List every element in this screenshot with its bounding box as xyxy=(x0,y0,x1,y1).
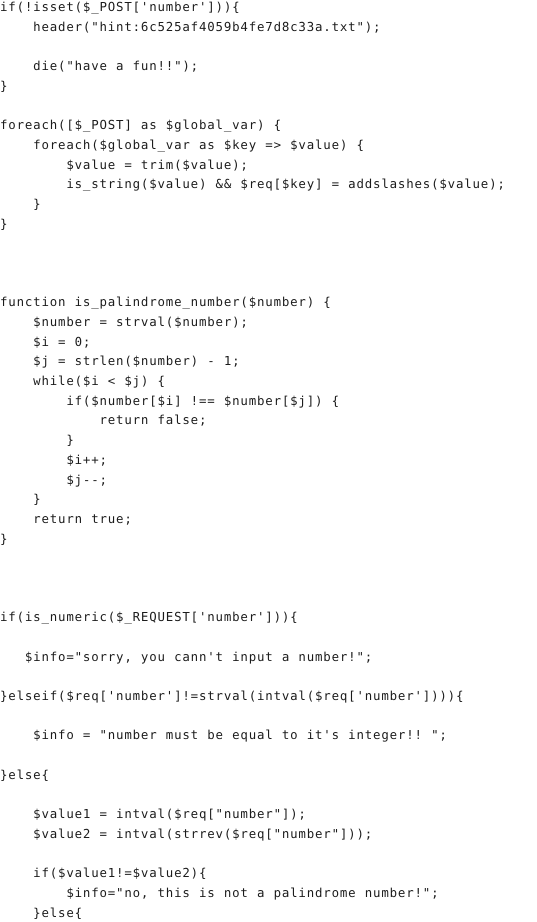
code-line: while($i < $j) { xyxy=(0,373,166,389)
code-line: } xyxy=(0,77,9,93)
code-line: $value = trim($value); xyxy=(0,156,249,172)
code-line: } xyxy=(0,195,42,211)
code-line: is_string($value) && $req[$key] = addsla… xyxy=(0,176,506,192)
code-line: return false; xyxy=(0,412,208,428)
source-code-listing: if(!isset($_POST['number'])){ header("hi… xyxy=(0,0,537,922)
code-line: $info="no, this is not a palindrome numb… xyxy=(0,884,440,900)
code-line: } xyxy=(0,215,9,231)
code-line: header("hint:6c525af4059b4fe7d8c33a.txt"… xyxy=(0,18,382,34)
code-line: } xyxy=(0,491,42,507)
code-line: $info="sorry, you cann't input a number!… xyxy=(0,648,374,664)
code-line: if(!isset($_POST['number'])){ xyxy=(0,0,241,14)
code-line: $j = strlen($number) - 1; xyxy=(0,353,241,369)
code-line: foreach($global_var as $key => $value) { xyxy=(0,136,365,152)
code-line: }else{ xyxy=(0,904,83,920)
code-line: $number = strval($number); xyxy=(0,314,249,329)
code-viewer: if(!isset($_POST['number'])){ header("hi… xyxy=(0,0,537,922)
code-line: $i++; xyxy=(0,451,108,467)
code-line: if($number[$i] !== $number[$j]) { xyxy=(0,392,340,408)
code-line: $j--; xyxy=(0,471,108,487)
code-line: die("have a fun!!"); xyxy=(0,58,199,74)
code-line: $info = "number must be equal to it's in… xyxy=(0,727,448,743)
code-line: $value2 = intval(strrev($req["number"]))… xyxy=(0,825,374,841)
code-line: $value1 = intval($req["number"]); xyxy=(0,806,307,822)
code-line: }elseif($req['number']!=strval(intval($r… xyxy=(0,688,465,704)
code-line: $i = 0; xyxy=(0,333,92,349)
code-line: return true; xyxy=(0,510,133,526)
code-line: if(is_numeric($_REQUEST['number'])){ xyxy=(0,609,299,625)
code-line: function is_palindrome_number($number) { xyxy=(0,294,332,310)
code-line: foreach([$_POST] as $global_var) { xyxy=(0,117,282,133)
code-line: } xyxy=(0,530,9,546)
code-line: if($value1!=$value2){ xyxy=(0,865,208,881)
code-line: }else{ xyxy=(0,766,50,782)
code-line: } xyxy=(0,432,75,448)
